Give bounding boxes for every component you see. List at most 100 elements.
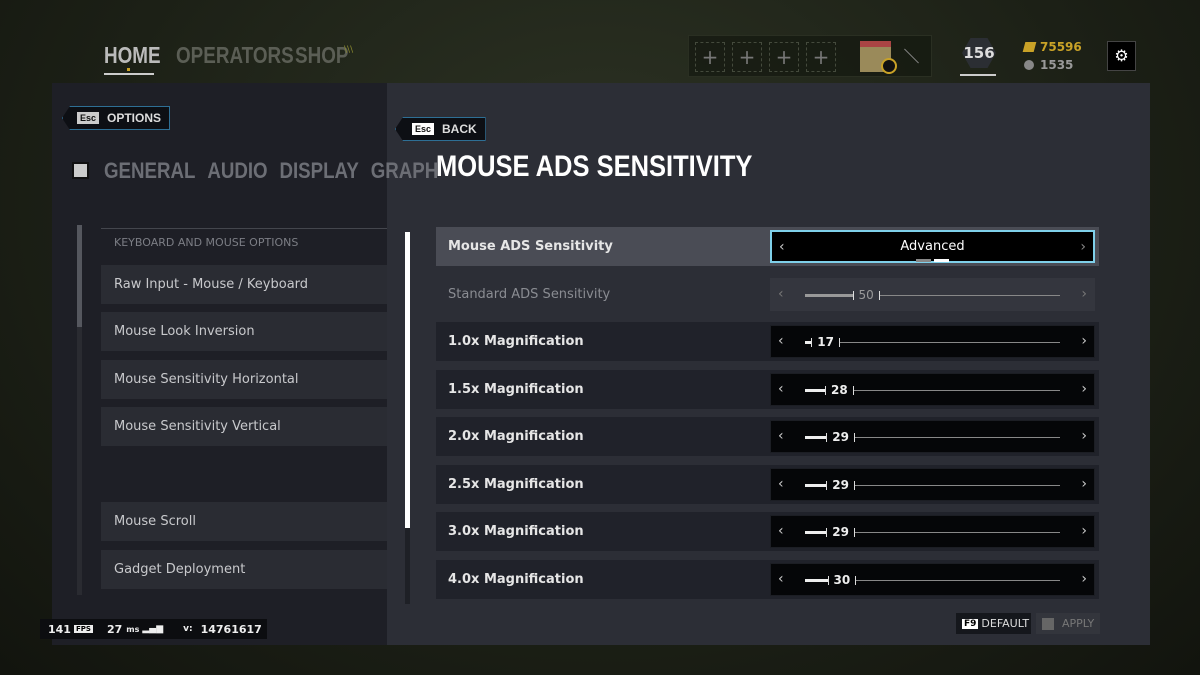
version-label: v:: [183, 624, 193, 634]
chevron-left-icon[interactable]: ‹: [778, 564, 784, 595]
fps-icon: FPS: [73, 625, 93, 633]
ping-value: 27: [106, 622, 123, 636]
slider-fill: [805, 578, 828, 582]
setting-label: Standard ADS Sensitivity: [448, 287, 611, 302]
chevron-left-icon[interactable]: ‹: [778, 374, 784, 405]
list-item[interactable]: Mouse Scroll: [101, 502, 387, 541]
chevron-right-icon[interactable]: ›: [1081, 326, 1087, 357]
apply-key-icon: [1042, 617, 1054, 630]
options-back-button[interactable]: Esc OPTIONS: [62, 106, 171, 130]
standard-ads-slider: ‹ 50 ›: [770, 278, 1095, 311]
list-item[interactable]: Mouse Sensitivity Vertical: [101, 407, 387, 446]
slash-icon: [904, 48, 919, 64]
sensitivity-slider[interactable]: ‹ 29 ›: [770, 420, 1095, 453]
settings-button[interactable]: ⚙: [1107, 41, 1136, 71]
slider-fill: [805, 483, 827, 487]
default-button[interactable]: F9 DEFAULT: [956, 613, 1031, 634]
sensitivity-slider[interactable]: ‹ 30 ›: [770, 562, 1095, 596]
chevron-right-icon[interactable]: ›: [1080, 232, 1086, 263]
slider-track[interactable]: [879, 295, 1060, 296]
left-list-header: KEYBOARD AND MOUSE OPTIONS: [101, 228, 387, 252]
level-progress: [960, 74, 996, 76]
left-scrollbar[interactable]: [77, 225, 82, 595]
setting-label: 4.0x Magnification: [448, 571, 584, 587]
slider-value: 50: [858, 288, 874, 302]
chevron-right-icon: ›: [1081, 286, 1087, 302]
nav-operators[interactable]: OPERATORS: [176, 42, 294, 69]
squad-slot[interactable]: +: [695, 42, 725, 72]
credits-amount: 1535: [1040, 58, 1074, 72]
chevron-left-icon[interactable]: ‹: [778, 469, 784, 500]
page-title: MOUSE ADS SENSITIVITY: [436, 150, 753, 183]
f9-key-icon: F9: [962, 618, 979, 629]
option-indicator: [916, 259, 931, 262]
left-scroll-thumb[interactable]: [77, 225, 82, 327]
setting-label: 1.0x Magnification: [448, 334, 584, 349]
sensitivity-slider[interactable]: ‹ 29 ›: [770, 467, 1095, 501]
esc-key-icon: Esc: [77, 112, 100, 124]
sensitivity-slider[interactable]: ‹ 17 ›: [770, 325, 1095, 358]
magnification-row[interactable]: 2.0x Magnification ‹ 29 ›: [436, 417, 1099, 456]
chevron-right-icon[interactable]: ›: [1081, 374, 1087, 405]
standard-ads-row: Standard ADS Sensitivity ‹ 50 ›: [436, 275, 1099, 314]
squad-slot[interactable]: +: [769, 42, 799, 72]
chevron-right-icon[interactable]: ›: [1081, 516, 1087, 547]
magnification-row[interactable]: 3.0x Magnification ‹ 29 ›: [436, 512, 1099, 551]
right-scroll-thumb[interactable]: [405, 232, 410, 528]
slider-track[interactable]: [853, 389, 1060, 391]
squad-slot[interactable]: +: [806, 42, 836, 72]
signal-icon: ▂▄▆: [142, 624, 164, 634]
slider-track[interactable]: [856, 579, 1060, 581]
chevron-right-icon[interactable]: ›: [1081, 469, 1087, 500]
magnification-row[interactable]: 1.5x Magnification ‹ 28 ›: [436, 369, 1099, 409]
ping-unit: ms: [126, 624, 140, 634]
chevron-right-icon[interactable]: ›: [1081, 564, 1087, 595]
slider-track[interactable]: [854, 532, 1060, 533]
mode-selector[interactable]: ‹ Advanced ›: [770, 230, 1095, 263]
chevron-left-icon[interactable]: ‹: [778, 326, 784, 357]
sensitivity-slider[interactable]: ‹ 29 ›: [770, 515, 1095, 548]
list-item[interactable]: Raw Input - Mouse / Keyboard: [101, 265, 387, 304]
nav-dot: [127, 68, 130, 71]
magnification-row[interactable]: 1.0x Magnification ‹ 17 ›: [436, 322, 1099, 361]
slider-fill: [805, 294, 853, 297]
mode-row[interactable]: Mouse ADS Sensitivity ‹ Advanced ›: [436, 227, 1099, 266]
slider-track[interactable]: [854, 437, 1060, 438]
slider-track[interactable]: [839, 342, 1060, 343]
gear-icon: ⚙: [1114, 46, 1129, 65]
nav-shop[interactable]: SHOP: [295, 42, 348, 69]
list-item[interactable]: Mouse Look Inversion: [101, 312, 387, 351]
right-scrollbar[interactable]: [405, 232, 410, 604]
slider-value: 17: [817, 335, 834, 349]
rank-badge-icon: [881, 58, 897, 74]
options-label: OPTIONS: [107, 111, 162, 125]
chevron-left-icon[interactable]: ‹: [778, 516, 784, 547]
tab-general[interactable]: GENERAL: [104, 158, 195, 183]
setting-label: Mouse ADS Sensitivity: [448, 239, 613, 254]
tab-graphics[interactable]: GRAPH: [371, 158, 439, 183]
mode-value: Advanced: [900, 239, 965, 254]
back-button[interactable]: Esc BACK: [395, 117, 486, 141]
nav-home[interactable]: HOME: [104, 42, 161, 69]
shop-badge: \\\: [344, 45, 354, 55]
slider-fill: [805, 436, 827, 439]
sensitivity-slider[interactable]: ‹ 28 ›: [770, 372, 1095, 406]
chevron-left-icon[interactable]: ‹: [778, 421, 784, 452]
setting-label: 2.5x Magnification: [448, 476, 584, 492]
magnification-row[interactable]: 2.5x Magnification ‹ 29 ›: [436, 464, 1099, 504]
renown-amount: 75596: [1040, 40, 1082, 54]
magnification-row[interactable]: 4.0x Magnification ‹ 30 ›: [436, 559, 1099, 599]
apply-button[interactable]: APPLY: [1036, 613, 1100, 634]
setting-label: 3.0x Magnification: [448, 524, 584, 539]
list-item[interactable]: Mouse Sensitivity Horizontal: [101, 360, 387, 399]
slider-track[interactable]: [854, 484, 1060, 486]
setting-label: 2.0x Magnification: [448, 429, 584, 444]
slider-value: 30: [833, 572, 851, 587]
slider-value: 29: [832, 525, 849, 539]
default-label: DEFAULT: [981, 617, 1030, 630]
tab-audio[interactable]: AUDIO: [207, 158, 267, 183]
chevron-right-icon[interactable]: ›: [1081, 421, 1087, 452]
tab-display[interactable]: DISPLAY: [279, 158, 358, 183]
squad-slot[interactable]: +: [732, 42, 762, 72]
list-item[interactable]: Gadget Deployment: [101, 550, 387, 589]
